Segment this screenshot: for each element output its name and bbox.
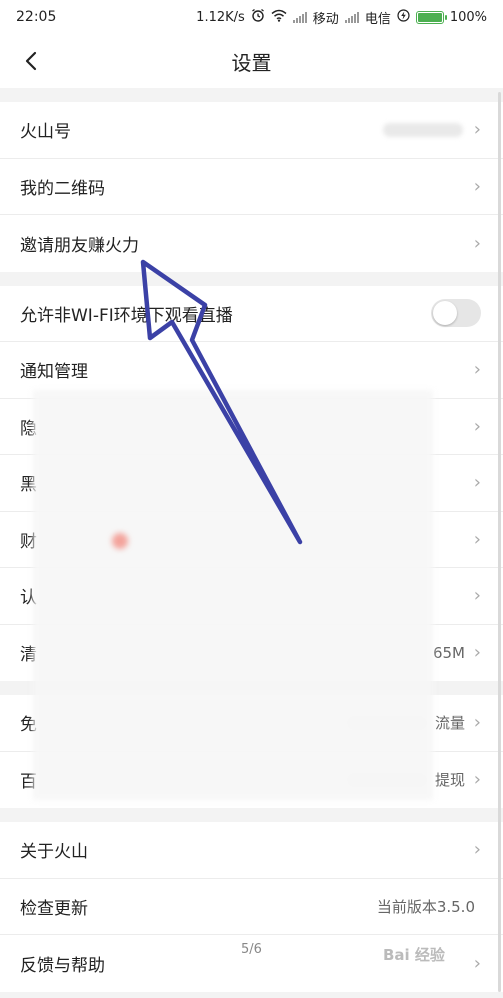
chevron-right-icon: › [473, 415, 481, 437]
charging-icon [397, 8, 410, 26]
battery-icon [415, 10, 447, 24]
toggle-knob [433, 301, 457, 326]
nav-bar: 设置 [0, 34, 503, 88]
row-label: 邀请朋友赚火力 [20, 235, 139, 256]
blurred-value [383, 122, 463, 137]
signal-icon-2 [344, 11, 359, 23]
chevron-right-icon: › [473, 232, 481, 254]
chevron-right-icon: › [473, 175, 481, 197]
row-label: 通知管理 [20, 362, 88, 383]
watermark-logo: Bai 经验 [383, 946, 445, 964]
wifi-icon [271, 9, 287, 26]
row-label: 检查更新 [20, 898, 88, 919]
carrier-2: 电信 [364, 11, 391, 27]
chevron-right-icon: › [473, 839, 481, 861]
network-speed: 1.12K/s [196, 9, 245, 25]
settings-group-about: 关于火山 › 检查更新 当前版本3.5.0 反馈与帮助 › [0, 822, 503, 992]
settings-row-wifi-live[interactable]: 允许非WI-FI环境下观看直播 [0, 286, 503, 342]
settings-row-invite[interactable]: 邀请朋友赚火力 › [0, 215, 503, 272]
row-label: 火山号 [20, 122, 71, 143]
status-right: 1.12K/s 移动 电信 100% [196, 8, 487, 27]
settings-row-check-update[interactable]: 检查更新 当前版本3.5.0 [0, 879, 503, 935]
cache-size: 65M [432, 643, 465, 662]
current-version: 当前版本3.5.0 [376, 897, 475, 916]
red-dot-badge [112, 533, 128, 549]
alarm-icon [251, 8, 265, 26]
row-value: 提现 [434, 771, 465, 790]
chevron-right-icon: › [473, 359, 481, 381]
status-bar: 22:05 1.12K/s 移动 电信 100% [0, 0, 503, 34]
scrollbar[interactable] [498, 92, 501, 992]
settings-row-huoshan-id[interactable]: 火山号 › [0, 102, 503, 159]
page-title: 设置 [231, 50, 272, 75]
row-value: 流量 [434, 714, 465, 733]
wifi-live-toggle[interactable] [431, 299, 481, 328]
settings-group-account: 火山号 › 我的二维码 › 邀请朋友赚火力 › [0, 102, 503, 272]
row-label: 我的二维码 [20, 178, 105, 199]
battery-level [417, 12, 442, 22]
signal-icon-1 [292, 11, 307, 23]
row-label: 关于火山 [20, 842, 88, 863]
chevron-right-icon: › [473, 528, 481, 550]
blur-redaction [33, 390, 433, 800]
chevron-right-icon: › [473, 472, 481, 494]
settings-row-about[interactable]: 关于火山 › [0, 822, 503, 879]
chevron-right-icon: › [473, 119, 481, 141]
carrier-1: 移动 [312, 11, 339, 27]
chevron-right-icon: › [473, 769, 481, 791]
status-time: 22:05 [16, 9, 57, 25]
row-label: 允许非WI-FI环境下观看直播 [20, 305, 233, 326]
chevron-right-icon: › [473, 585, 481, 607]
chevron-right-icon: › [473, 642, 481, 664]
chevron-right-icon: › [473, 712, 481, 734]
battery-percent: 100% [449, 9, 487, 25]
back-chevron-icon[interactable] [18, 48, 44, 74]
settings-row-qrcode[interactable]: 我的二维码 › [0, 159, 503, 215]
